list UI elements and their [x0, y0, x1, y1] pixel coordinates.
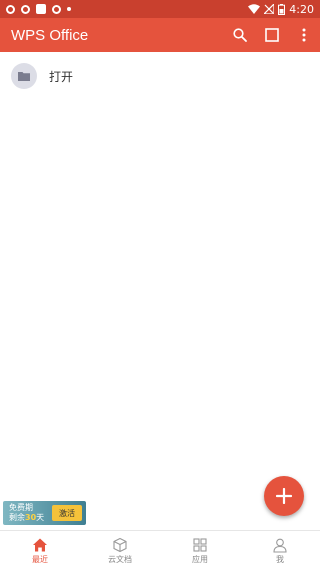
- person-icon: [273, 538, 287, 553]
- screen: 4:20 WPS Office 打开 免费期 剩余30天 激活 最近 云文档 应…: [0, 0, 320, 569]
- no-signal-icon: [264, 4, 275, 14]
- plus-icon: [276, 488, 292, 504]
- more-vertical-icon: [302, 28, 306, 42]
- notification-square-icon: [36, 4, 46, 14]
- bottom-navigation: 最近 云文档 应用 我: [0, 530, 320, 569]
- nav-label: 我: [276, 554, 284, 564]
- activate-button[interactable]: 激活: [52, 505, 82, 521]
- home-icon: [33, 538, 47, 551]
- new-document-button[interactable]: [264, 476, 304, 516]
- notification-icons: [0, 4, 71, 14]
- folder-icon-circle: [11, 63, 37, 89]
- status-time: 4:20: [289, 2, 314, 16]
- notification-dot-icon: [52, 4, 61, 14]
- nav-label: 应用: [192, 554, 208, 564]
- nav-item-me[interactable]: 我: [240, 531, 320, 569]
- trial-prefix: 剩余: [9, 513, 25, 522]
- app-title: WPS Office: [11, 26, 89, 44]
- multi-select-button[interactable]: [256, 18, 288, 52]
- wifi-icon: [248, 4, 261, 14]
- notification-dot-icon: [6, 4, 15, 14]
- trial-text: 免费期 剩余30天: [9, 503, 49, 523]
- open-file-item[interactable]: 打开: [0, 58, 320, 94]
- more-notifications-icon: [67, 7, 71, 11]
- more-options-button[interactable]: [288, 18, 320, 52]
- trial-promo-banner[interactable]: 免费期 剩余30天 激活: [3, 501, 86, 525]
- notification-dot-icon: [21, 4, 30, 14]
- nav-label: 最近: [32, 554, 48, 564]
- trial-line1: 免费期: [9, 503, 33, 512]
- nav-label: 云文档: [108, 554, 132, 564]
- nav-item-apps[interactable]: 应用: [160, 531, 240, 569]
- trial-suffix: 天: [36, 513, 45, 522]
- system-icons: 4:20: [248, 3, 320, 16]
- trial-days: 30: [25, 513, 37, 522]
- trial-line2: 剩余30天: [9, 513, 49, 523]
- status-bar: 4:20: [0, 0, 320, 18]
- search-icon: [233, 28, 247, 42]
- nav-item-recent[interactable]: 最近: [0, 531, 80, 569]
- grid-icon: [193, 537, 207, 552]
- nav-item-cloud-docs[interactable]: 云文档: [80, 531, 160, 569]
- app-bar: WPS Office: [0, 18, 320, 52]
- square-icon: [265, 28, 279, 42]
- search-button[interactable]: [224, 18, 256, 52]
- battery-icon: [278, 3, 286, 15]
- folder-icon: [18, 72, 30, 81]
- cube-icon: [113, 537, 127, 552]
- open-label: 打开: [49, 69, 74, 84]
